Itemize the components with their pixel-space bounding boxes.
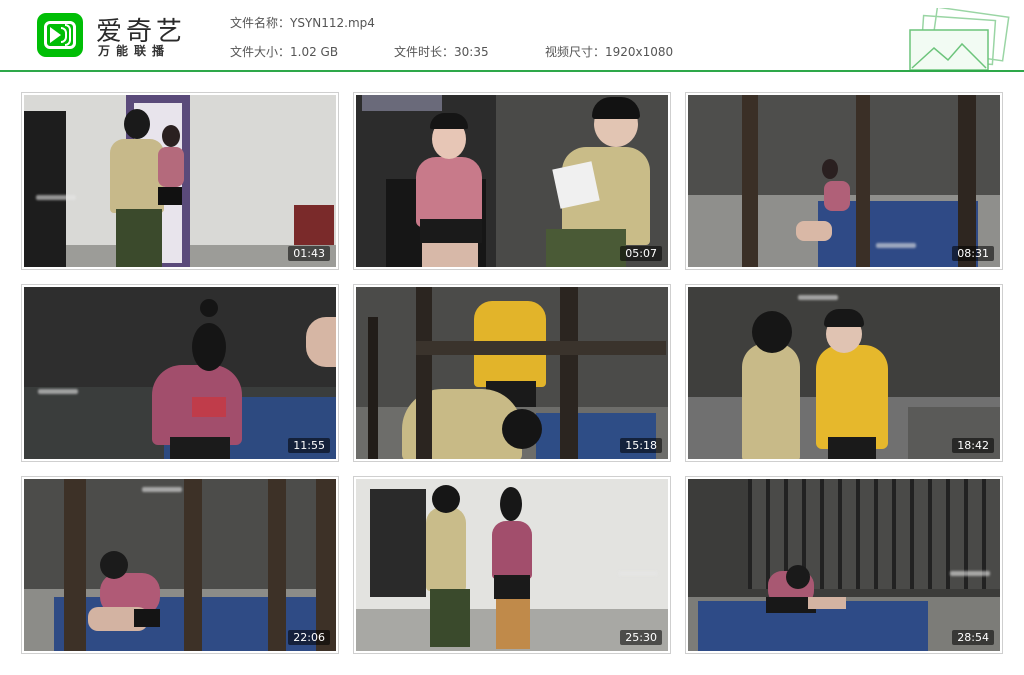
video-frame: 15:18 [356,287,668,459]
timestamp: 05:07 [620,246,662,261]
file-name-value: YSYN112.mp4 [290,16,375,30]
thumbnail-9[interactable]: 28:54 [685,476,1003,654]
timestamp: 15:18 [620,438,662,453]
decorative-frames-icon [909,8,1010,71]
timestamp: 01:43 [288,246,330,261]
timestamp: 11:55 [288,438,330,453]
video-frame: 01:43 [24,95,336,267]
timestamp: 18:42 [952,438,994,453]
timestamp: 08:31 [952,246,994,261]
timestamp: 25:30 [620,630,662,645]
file-name: 文件名称：YSYN112.mp4 [230,14,375,31]
video-resolution-value: 1920x1080 [605,45,674,59]
file-size-label: 文件大小： [230,45,291,59]
file-duration-value: 30:35 [454,45,489,59]
timestamp: 28:54 [952,630,994,645]
thumbnail-8[interactable]: 25:30 [353,476,671,654]
video-frame: 08:31 [688,95,1000,267]
video-frame: 11:55 [24,287,336,459]
header: 爱奇艺 万能联播 文件名称：YSYN112.mp4 文件大小：1.02 GB 文… [0,0,1024,72]
header-divider [0,70,1024,72]
thumbnail-2[interactable]: 05:07 [353,92,671,270]
thumbnail-7[interactable]: 22:06 [21,476,339,654]
file-duration: 文件时长：30:35 [394,43,489,60]
timestamp: 22:06 [288,630,330,645]
file-duration-label: 文件时长： [394,45,455,59]
file-name-label: 文件名称： [230,16,291,30]
thumbnail-3[interactable]: 08:31 [685,92,1003,270]
thumbnail-6[interactable]: 18:42 [685,284,1003,462]
video-resolution-label: 视频尺寸： [545,45,606,59]
thumbnail-4[interactable]: 11:55 [21,284,339,462]
app-logo-icon [37,13,83,57]
video-frame: 22:06 [24,479,336,651]
video-frame: 28:54 [688,479,1000,651]
video-frame: 25:30 [356,479,668,651]
thumbnail-1[interactable]: 01:43 [21,92,339,270]
file-size-value: 1.02 GB [290,45,339,59]
video-resolution: 视频尺寸：1920x1080 [545,43,673,60]
thumbnail-5[interactable]: 15:18 [353,284,671,462]
video-frame: 18:42 [688,287,1000,459]
brand-subtitle: 万能联播 [98,44,171,58]
video-frame: 05:07 [356,95,668,267]
file-size: 文件大小：1.02 GB [230,43,338,60]
